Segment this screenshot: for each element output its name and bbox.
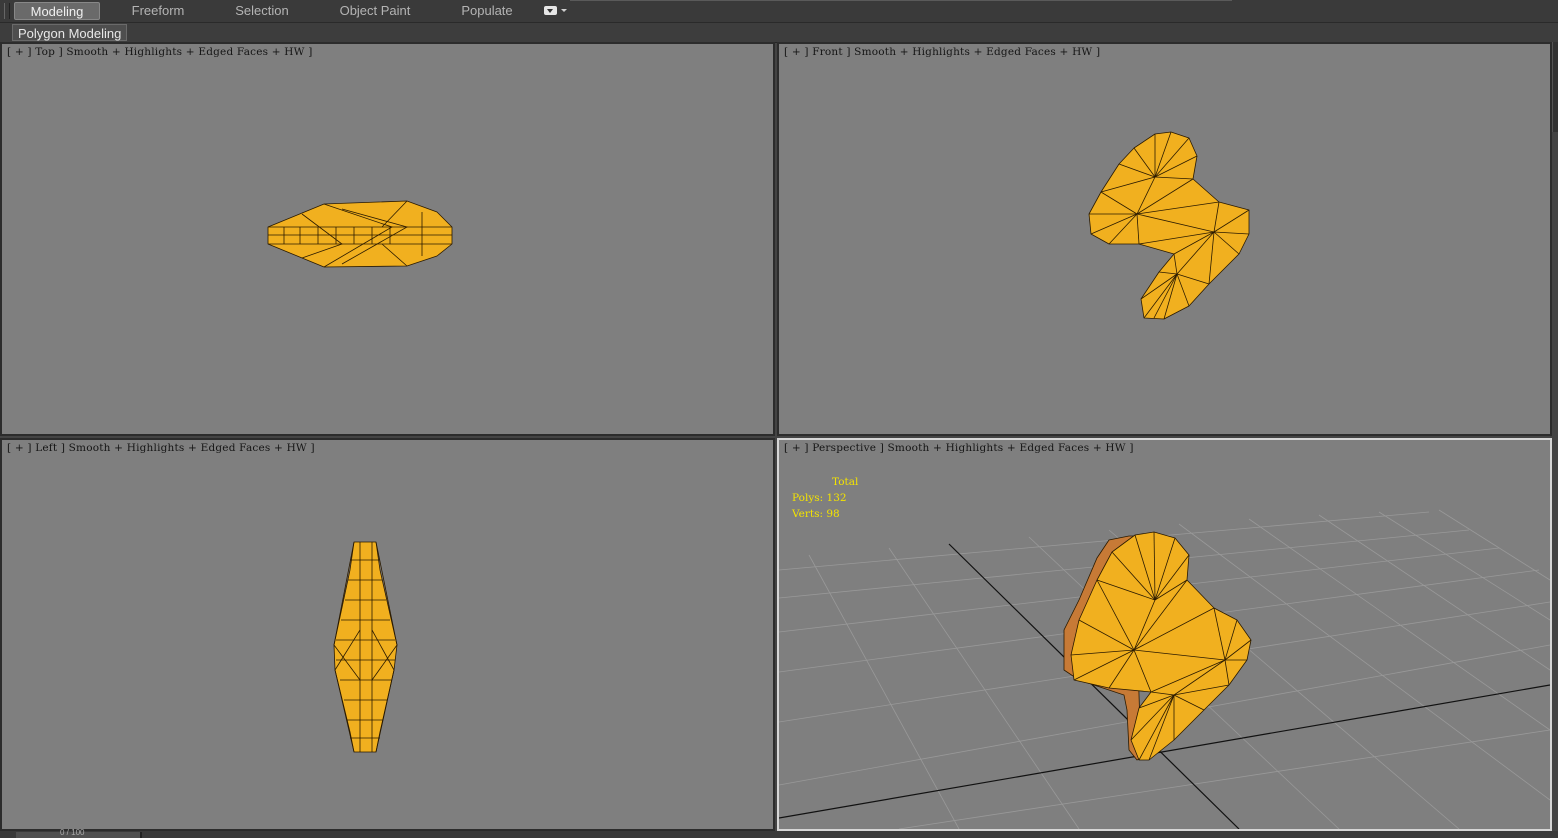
perspective-scene xyxy=(779,509,1550,829)
perspective-object xyxy=(1063,531,1252,761)
time-slider-label: 0 / 100 xyxy=(60,828,85,837)
stats-polys: Polys: 132 xyxy=(792,492,847,504)
statistics-overlay: Total Polys: 132 Verts: 98 xyxy=(792,474,858,522)
stats-verts: Verts: 98 xyxy=(792,508,840,520)
ribbon-grip-handle[interactable] xyxy=(4,3,10,19)
front-view-object xyxy=(1088,131,1250,320)
chevron-down-icon xyxy=(561,9,567,12)
ribbon-options-button[interactable] xyxy=(544,5,568,17)
tab-selection[interactable]: Selection xyxy=(222,2,302,20)
viewport-front[interactable]: [ + ] Front ] Smooth + Highlights + Edge… xyxy=(777,42,1552,436)
ribbon-options-icon xyxy=(544,6,557,15)
tab-freeform[interactable]: Freeform xyxy=(118,2,198,20)
status-bar xyxy=(0,831,1558,838)
viewport-left[interactable]: [ + ] Left ] Smooth + Highlights + Edged… xyxy=(0,438,775,831)
tab-modeling[interactable]: Modeling xyxy=(14,2,100,20)
ribbon-divider xyxy=(570,0,1232,1)
ribbon-scrollbar[interactable] xyxy=(1552,42,1558,132)
ribbon-tab-bar: Modeling Freeform Selection Object Paint… xyxy=(0,0,1558,23)
stats-total-label: Total xyxy=(832,476,859,488)
left-view-object xyxy=(333,541,398,753)
ribbon-panel: Polygon Modeling xyxy=(0,23,1558,43)
viewport-top[interactable]: [ + ] Top ] Smooth + Highlights + Edged … xyxy=(0,42,775,436)
time-slider[interactable]: 0 / 100 xyxy=(16,828,142,838)
viewport-label-perspective[interactable]: [ + ] Perspective ] Smooth + Highlights … xyxy=(784,442,1134,454)
tab-object-paint[interactable]: Object Paint xyxy=(330,2,420,20)
tab-populate[interactable]: Populate xyxy=(452,2,522,20)
top-view-object xyxy=(267,200,453,268)
polygon-modeling-panel-button[interactable]: Polygon Modeling xyxy=(12,24,128,41)
viewport-perspective[interactable]: [ + ] Perspective ] Smooth + Highlights … xyxy=(777,438,1552,831)
